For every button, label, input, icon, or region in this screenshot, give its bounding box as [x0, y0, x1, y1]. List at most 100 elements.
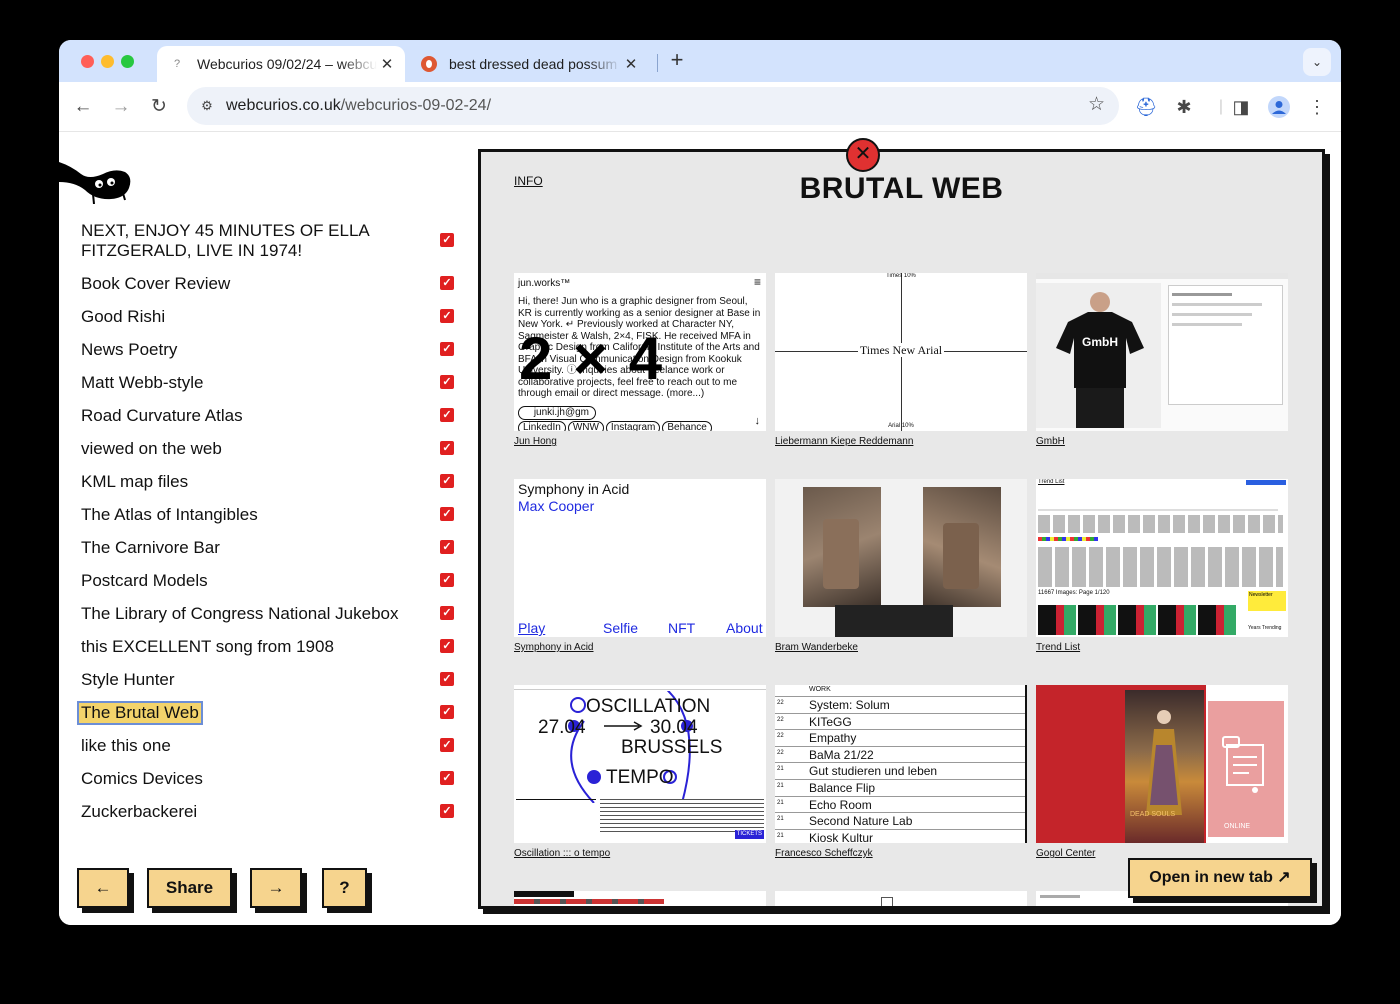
tab-search-button[interactable]: ⌄	[1303, 48, 1331, 76]
reload-button[interactable]: ↻	[145, 93, 173, 121]
list-item[interactable]: NEXT, ENJOY 45 MINUTES OF ELLA FITZGERAL…	[81, 221, 461, 263]
checkbox[interactable]: ✓	[440, 606, 454, 620]
list-item[interactable]: News Poetry	[81, 340, 461, 360]
list-item[interactable]: Matt Webb-style	[81, 373, 461, 393]
list-item[interactable]: The Carnivore Bar	[81, 538, 461, 558]
site-thumbnail-partial[interactable]	[775, 891, 1027, 906]
site-label[interactable]: Gogol Center	[1036, 848, 1095, 859]
share-button[interactable]: Share	[147, 868, 232, 908]
site-label[interactable]: GmbH	[1036, 436, 1065, 447]
site-label[interactable]: Jun Hong	[514, 436, 557, 447]
list-item[interactable]: The Library of Congress National Jukebox	[81, 604, 461, 624]
list-item-link[interactable]: viewed on the web	[81, 439, 222, 459]
list-item-link[interactable]: Zuckerbackerei	[81, 802, 197, 822]
checkbox[interactable]: ✓	[440, 276, 454, 290]
checkbox[interactable]: ✓	[440, 309, 454, 323]
checkbox[interactable]: ✓	[440, 342, 454, 356]
back-button[interactable]: ←	[69, 93, 97, 121]
list-item[interactable]: KML map files	[81, 472, 461, 492]
list-item-link[interactable]: Book Cover Review	[81, 274, 230, 294]
site-thumbnail-lkr[interactable]: Times 10% Times New Arial Arial 10%	[775, 273, 1027, 431]
site-label[interactable]: Oscillation ::: o tempo	[514, 848, 610, 859]
list-item-link[interactable]: Road Curvature Atlas	[81, 406, 243, 426]
close-window-button[interactable]	[81, 55, 94, 68]
checkbox[interactable]: ✓	[440, 474, 454, 488]
site-settings-icon[interactable]: ⚙	[195, 94, 219, 118]
open-in-new-tab-button[interactable]: Open in new tab ↗	[1128, 858, 1312, 898]
checkbox[interactable]: ✓	[440, 738, 454, 752]
next-button[interactable]: →	[250, 868, 302, 908]
checkbox[interactable]: ✓	[440, 441, 454, 455]
site-thumbnail-gmbh[interactable]: GmbH	[1036, 273, 1288, 431]
list-item[interactable]: Road Curvature Atlas	[81, 406, 461, 426]
site-label[interactable]: Trend List	[1036, 642, 1080, 653]
list-item-link[interactable]: this EXCELLENT song from 1908	[81, 637, 334, 657]
list-item-link[interactable]: The Atlas of Intangibles	[81, 505, 258, 525]
list-item[interactable]: Postcard Models	[81, 571, 461, 591]
list-item[interactable]: The Atlas of Intangibles	[81, 505, 461, 525]
bookmark-star-icon[interactable]: ☆	[1088, 93, 1105, 116]
checkbox[interactable]: ✓	[440, 705, 454, 719]
new-tab-button[interactable]: +	[665, 49, 689, 73]
site-label[interactable]: Symphony in Acid	[514, 642, 594, 653]
site-thumbnail-partial[interactable]	[514, 891, 766, 906]
extension-icon[interactable]: ⛑	[1132, 93, 1160, 121]
list-item-link[interactable]: Postcard Models	[81, 571, 208, 591]
checkbox[interactable]: ✓	[440, 573, 454, 587]
site-label[interactable]: Francesco Scheffczyk	[775, 848, 873, 859]
list-item-link[interactable]: The Carnivore Bar	[81, 538, 220, 558]
checkbox[interactable]: ✓	[440, 540, 454, 554]
tab-possum[interactable]: best dressed dead possum at ✕	[409, 46, 649, 82]
list-item-link[interactable]: KML map files	[81, 472, 188, 492]
checkbox[interactable]: ✓	[440, 771, 454, 785]
checkbox[interactable]: ✓	[440, 672, 454, 686]
list-item[interactable]: Comics Devices	[81, 769, 461, 789]
checkbox[interactable]: ✓	[440, 375, 454, 389]
address-bar[interactable]: ⚙ webcurios.co.uk/webcurios-09-02-24/ ☆	[187, 87, 1119, 125]
list-item-link[interactable]: News Poetry	[81, 340, 177, 360]
list-item[interactable]: Good Rishi	[81, 307, 461, 327]
list-item-link[interactable]: Matt Webb-style	[81, 373, 204, 393]
tshirt-model-image: GmbH	[1056, 292, 1144, 428]
close-tab-icon[interactable]: ✕	[377, 55, 397, 73]
minimize-window-button[interactable]	[101, 55, 114, 68]
checkbox[interactable]: ✓	[440, 507, 454, 521]
site-thumbnail-trend-list[interactable]: Trend List 11667 Images: Page 1/120 News…	[1036, 479, 1288, 637]
list-item[interactable]: Zuckerbackerei	[81, 802, 461, 822]
site-thumbnail-oscillation[interactable]: OSCILLATION 27.04 30.04 BRUSSELS TEMPO T…	[514, 685, 766, 843]
list-item-link[interactable]: like this one	[81, 736, 171, 756]
list-item-link[interactable]: Style Hunter	[81, 670, 175, 690]
list-item-link[interactable]: Comics Devices	[81, 769, 203, 789]
list-item-link[interactable]: The Library of Congress National Jukebox	[81, 604, 399, 624]
browser-menu-icon[interactable]: ⋮	[1303, 93, 1331, 121]
checkbox[interactable]: ✓	[440, 639, 454, 653]
list-item[interactable]: viewed on the web	[81, 439, 461, 459]
close-tab-icon[interactable]: ✕	[621, 55, 641, 73]
list-item[interactable]: this EXCELLENT song from 1908	[81, 637, 461, 657]
checkbox[interactable]: ✓	[440, 233, 454, 247]
list-item[interactable]: Book Cover Review	[81, 274, 461, 294]
extensions-puzzle-icon[interactable]: ✱	[1170, 93, 1198, 121]
profile-avatar-icon[interactable]	[1265, 93, 1293, 121]
list-item-selected[interactable]: The Brutal Web	[77, 701, 461, 725]
site-thumbnail-gogol[interactable]: DEAD SOULS ONLINE	[1036, 685, 1288, 843]
prev-button[interactable]: ←	[77, 868, 129, 908]
close-preview-button[interactable]: ✕	[846, 138, 880, 172]
list-item[interactable]: like this one	[81, 736, 461, 756]
site-thumbnail-symphony[interactable]: Symphony in Acid Max Cooper Play Selfie …	[514, 479, 766, 637]
checkbox[interactable]: ✓	[440, 408, 454, 422]
site-thumbnail-scheffczyk[interactable]: WORK 22 System: Solum 22 KITeGG 22 Empathy 22 B…	[775, 685, 1027, 843]
forward-button[interactable]: →	[107, 93, 135, 121]
list-item-link[interactable]: The Brutal Web	[77, 701, 203, 725]
checkbox[interactable]: ✓	[440, 804, 454, 818]
maximize-window-button[interactable]	[121, 55, 134, 68]
side-panel-icon[interactable]: ◨	[1227, 93, 1255, 121]
list-item-link[interactable]: NEXT, ENJOY 45 MINUTES OF ELLA FITZGERAL…	[81, 221, 461, 261]
site-label[interactable]: Bram Wanderbeke	[775, 642, 858, 653]
help-button[interactable]: ?	[322, 868, 367, 908]
list-item[interactable]: Style Hunter	[81, 670, 461, 690]
tab-webcurios[interactable]: ? Webcurios 09/02/24 – webcu ✕	[157, 46, 405, 82]
site-label[interactable]: Liebermann Kiepe Reddemann	[775, 436, 913, 447]
list-item-link[interactable]: Good Rishi	[81, 307, 165, 327]
site-thumbnail-bram[interactable]	[775, 479, 1027, 637]
